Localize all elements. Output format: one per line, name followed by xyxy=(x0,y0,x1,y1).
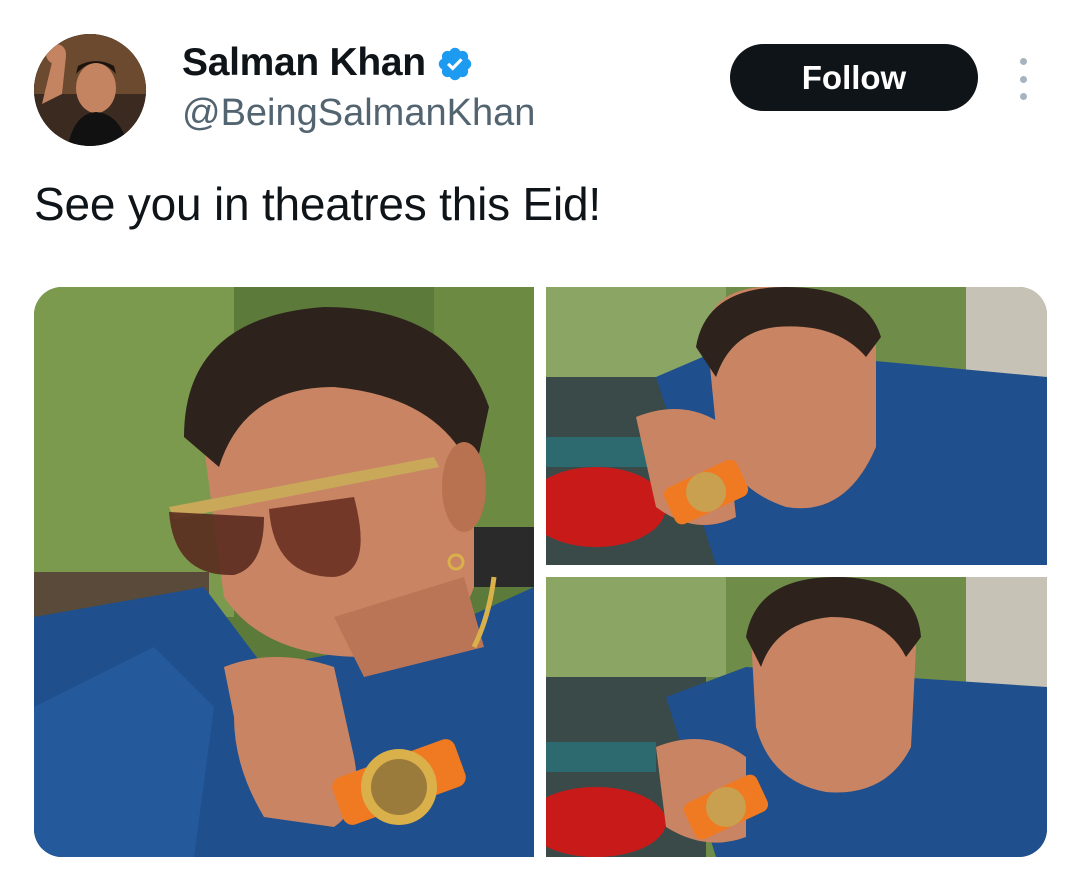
author-name-row[interactable]: Salman Khan xyxy=(182,40,474,86)
follow-button[interactable]: Follow xyxy=(730,44,978,111)
photo-closeup-sunglasses xyxy=(34,287,534,857)
author-display-name[interactable]: Salman Khan xyxy=(182,40,426,86)
media-photo-bottom-right[interactable] xyxy=(546,577,1047,857)
media-photo-top-right[interactable] xyxy=(546,287,1047,565)
media-photo-main[interactable] xyxy=(34,287,534,857)
tweet-text: See you in theatres this Eid! xyxy=(34,178,601,230)
author-handle[interactable]: @BeingSalmanKhan xyxy=(182,90,535,136)
photo-leaning-car-looking xyxy=(546,577,1047,857)
verified-badge-icon xyxy=(436,45,474,83)
media-grid xyxy=(34,287,1047,857)
more-vertical-icon[interactable] xyxy=(1010,58,1036,100)
photo-leaning-car xyxy=(546,287,1047,565)
avatar[interactable] xyxy=(34,34,146,146)
avatar-image xyxy=(34,34,146,146)
